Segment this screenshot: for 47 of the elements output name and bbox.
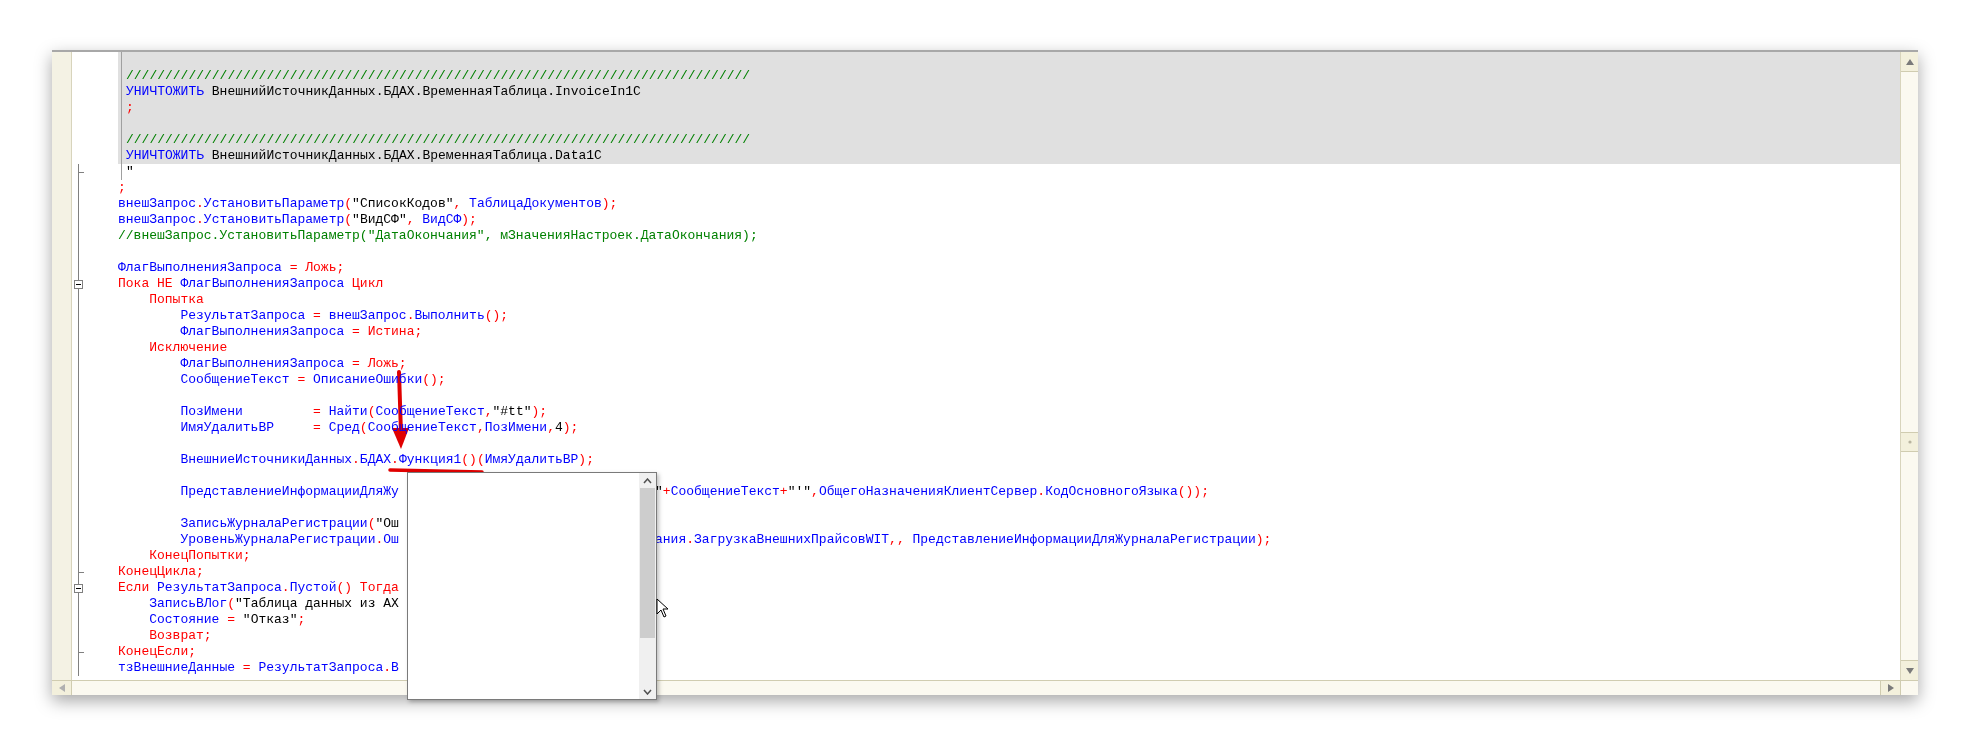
code-line: Исключение bbox=[148, 340, 228, 355]
code-line: ВнешниеИсточникиДанных.БДАХ.Функция1()(ИмяУдалитьВР); bbox=[179, 452, 594, 467]
code-line: КонецПопытки; bbox=[148, 548, 251, 563]
code-line: ; bbox=[118, 180, 126, 195]
code-line: УНИЧТОЖИТЬ ВнешнийИсточникДанных.БДАХ.ВременнаяТаблица.Data1C bbox=[126, 148, 602, 163]
code-line: РезультатЗапроса = внешЗапрос.Выполнить(); bbox=[179, 308, 509, 323]
code-line: УНИЧТОЖИТЬ ВнешнийИсточникДанных.БДАХ.ВременнаяТаблица.InvoiceIn1C bbox=[126, 84, 641, 99]
code-line: //////////////////////////////////////////////////////////////////////////////// bbox=[126, 132, 751, 147]
code-line: ЗаписьВЛог("Таблица данных из АХ bbox=[148, 596, 399, 611]
code-line: "+СообщениеТекст+"'",ОбщегоНазначенияКлиентСервер.КодОсновногоЯзыка()); bbox=[655, 484, 1209, 500]
code-line: ФлагВыполненияЗапроса = Ложь; bbox=[118, 260, 345, 275]
code-line: тзВнешниеДанные = РезультатЗапроса.В bbox=[118, 660, 399, 675]
code-line: ; bbox=[126, 100, 134, 115]
code-line: КонецЦикла; bbox=[118, 564, 204, 579]
code-line: Состояние = "Отказ"; bbox=[148, 612, 306, 627]
code-line: Возврат; bbox=[148, 628, 212, 643]
popup-scrollbar[interactable] bbox=[639, 473, 656, 699]
code-line: Пока НЕ ФлагВыполненияЗапроса Цикл bbox=[118, 276, 384, 291]
code-line: УровеньЖурналаРегистрации.Ош bbox=[179, 532, 399, 547]
collapse-icon[interactable] bbox=[74, 584, 83, 593]
code-line: ФлагВыполненияЗапроса = Ложь; bbox=[179, 356, 407, 371]
chevron-up-icon[interactable] bbox=[643, 478, 652, 484]
code-line: ФлагВыполненияЗапроса = Истина; bbox=[179, 324, 423, 339]
left-arrow-icon bbox=[58, 684, 65, 692]
code-line: Если РезультатЗапроса.Пустой() Тогда bbox=[118, 580, 399, 595]
scroll-right-button[interactable] bbox=[1880, 681, 1900, 695]
code-line: ПредставлениеИнформацииДляЖу bbox=[179, 484, 399, 499]
down-arrow-icon bbox=[1905, 667, 1914, 674]
code-line: КонецЕсли; bbox=[118, 644, 196, 659]
right-arrow-icon bbox=[1887, 684, 1894, 692]
scrollbar-corner bbox=[1900, 680, 1918, 695]
vertical-scrollbar[interactable] bbox=[1900, 52, 1918, 680]
scroll-down-button[interactable] bbox=[1901, 660, 1918, 680]
up-arrow-icon bbox=[1905, 58, 1914, 65]
chevron-down-icon[interactable] bbox=[643, 689, 652, 695]
scrollbar-thumb[interactable] bbox=[640, 488, 655, 638]
scrollbar-thumb[interactable] bbox=[1901, 432, 1918, 452]
code-line: внешЗапрос.УстановитьПараметр("ВидСФ", ВидСФ); bbox=[118, 212, 477, 227]
code-line: внешЗапрос.УстановитьПараметр("СписокКодов", ТаблицаДокументов); bbox=[118, 196, 618, 211]
code-line: Попытка bbox=[148, 292, 204, 307]
code-line: ЗаписьЖурналаРегистрации("Ош bbox=[179, 516, 399, 531]
scroll-up-button[interactable] bbox=[1901, 52, 1918, 72]
scroll-left-button[interactable] bbox=[52, 681, 72, 695]
code-line: " bbox=[126, 164, 134, 179]
collapse-icon[interactable] bbox=[74, 280, 83, 289]
code-line: //внешЗапрос.УстановитьПараметр("ДатаОкончания", мЗначенияНастроек.ДатаОкончания); bbox=[118, 228, 758, 243]
code-line: //////////////////////////////////////////////////////////////////////////////// bbox=[126, 68, 751, 83]
